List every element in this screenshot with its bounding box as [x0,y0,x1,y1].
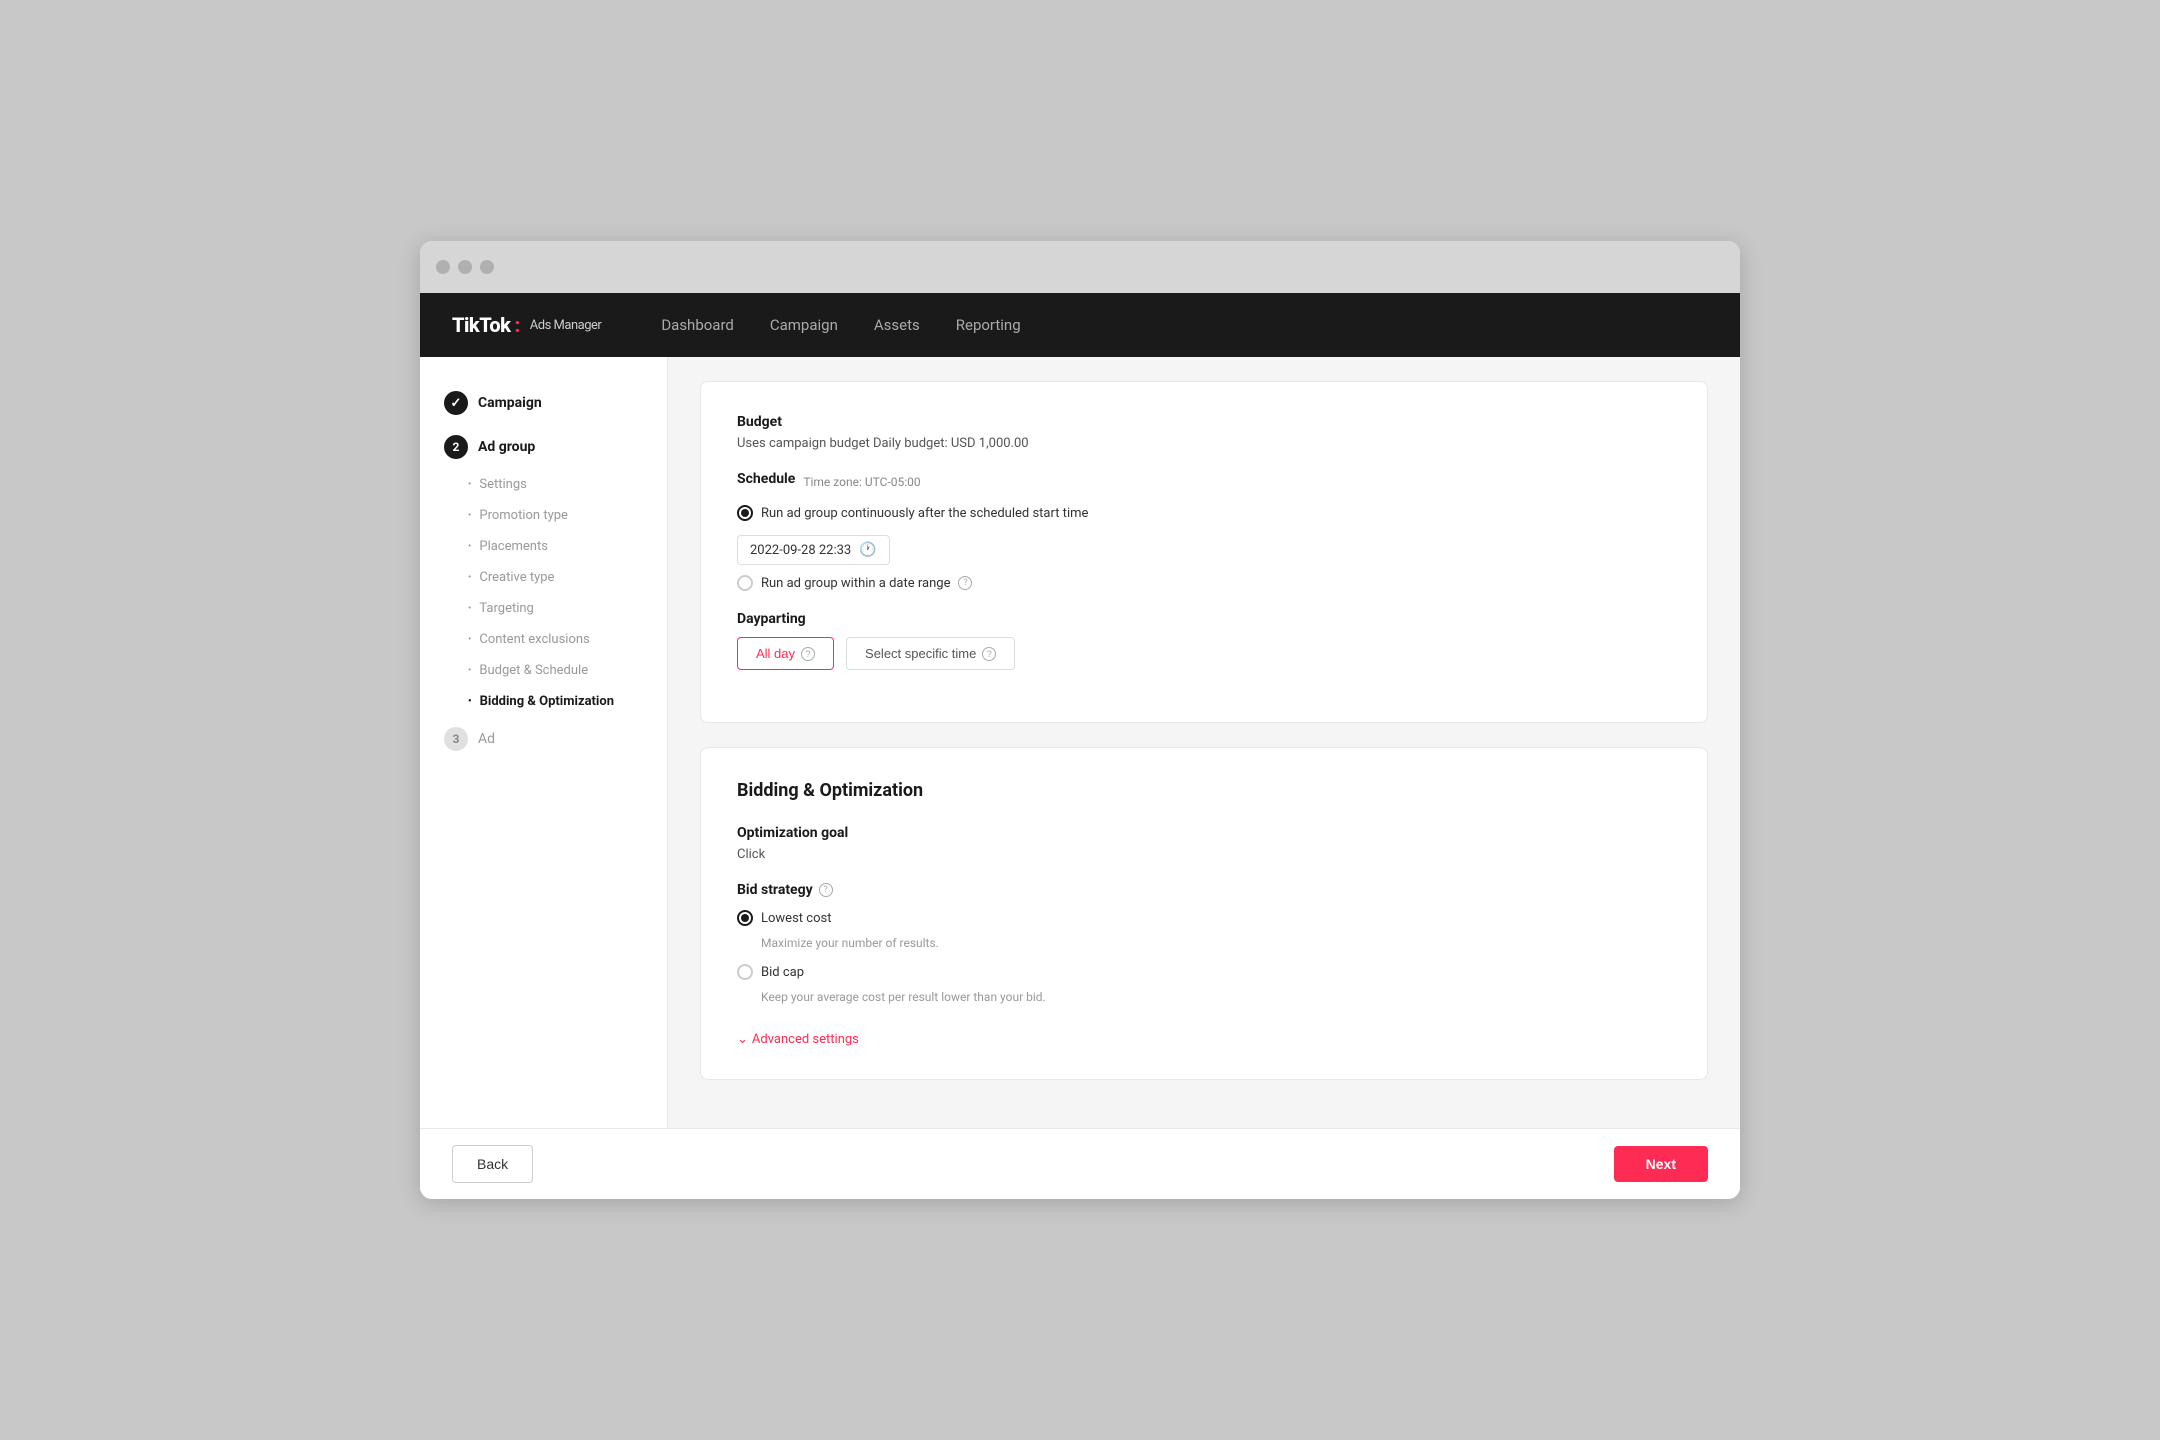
clock-icon: 🕐 [859,542,876,558]
schedule-label-row: Schedule Time zone: UTC-05:00 [737,471,1671,493]
date-value: 2022-09-28 22:33 [750,543,851,558]
browser-window: TikTok: Ads Manager Dashboard Campaign A… [420,241,1740,1199]
step1-label: Campaign [478,395,542,411]
traffic-light-red [436,260,450,274]
app-container: TikTok: Ads Manager Dashboard Campaign A… [420,293,1740,1199]
bid-strategy-title: Bid strategy [737,882,813,898]
bid-cap-block: Bid cap Keep your average cost per resul… [737,964,1671,1004]
next-button[interactable]: Next [1614,1146,1708,1182]
step3-label: Ad [478,731,495,747]
logo-product: Ads Manager [530,318,602,333]
bidding-title: Bidding & Optimization [737,780,1671,801]
daypart-all-day-label: All day [756,646,795,661]
date-input[interactable]: 2022-09-28 22:33 🕐 [737,535,890,565]
bidding-card: Bidding & Optimization Optimization goal… [700,747,1708,1080]
bid-cap-label: Bid cap [761,965,804,980]
nav-dashboard[interactable]: Dashboard [661,316,734,334]
sidebar-sub-promotion[interactable]: Promotion type [420,500,667,531]
logo: TikTok: Ads Manager [452,313,601,337]
advanced-settings-link[interactable]: ⌄ Advanced settings [737,1032,859,1047]
opt-goal-value: Click [737,847,1671,862]
bid-strategy-header: Bid strategy ? [737,882,1671,898]
opt-goal-row: Optimization goal Click [737,825,1671,862]
budget-value: Uses campaign budget Daily budget: USD 1… [737,436,1671,451]
sidebar-sub-targeting[interactable]: Targeting [420,593,667,624]
nav-links: Dashboard Campaign Assets Reporting [661,316,1020,334]
lowest-cost-option[interactable]: Lowest cost [737,910,1671,926]
sidebar-sub-settings[interactable]: Settings [420,469,667,500]
step3-badge-num: 3 [453,732,460,746]
schedule-row: Schedule Time zone: UTC-05:00 Run ad gro… [737,471,1671,591]
schedule-option2-info[interactable]: ? [958,576,972,590]
step1-badge: ✓ [444,391,468,415]
daypart-specific-label: Select specific time [865,646,976,661]
opt-goal-label: Optimization goal [737,825,1671,841]
traffic-light-yellow [458,260,472,274]
daypart-options: All day ? Select specific time ? [737,637,1671,670]
sidebar: ✓ Campaign 2 Ad group Settings Promotion [420,357,668,1128]
schedule-option1[interactable]: Run ad group continuously after the sche… [737,505,1671,521]
traffic-light-green [480,260,494,274]
chevron-down-icon: ⌄ [737,1032,748,1047]
sidebar-step2[interactable]: 2 Ad group [420,425,667,469]
dayparting-label: Dayparting [737,611,1671,627]
step2-badge-num: 2 [453,440,460,454]
sidebar-sub-placements[interactable]: Placements [420,531,667,562]
step2-badge: 2 [444,435,468,459]
radio-lowest-cost[interactable] [737,910,753,926]
lowest-cost-sub: Maximize your number of results. [761,936,1671,950]
daypart-specific-info[interactable]: ? [982,647,996,661]
radio-date-range[interactable] [737,575,753,591]
content-area: Budget Uses campaign budget Daily budget… [668,357,1740,1128]
logo-brand: TikTok [452,313,510,337]
schedule-option1-text: Run ad group continuously after the sche… [761,506,1088,521]
lowest-cost-label: Lowest cost [761,911,831,926]
daypart-specific[interactable]: Select specific time ? [846,637,1015,670]
step2-label: Ad group [478,439,535,455]
sidebar-sub-budget[interactable]: Budget & Schedule [420,655,667,686]
bid-cap-option[interactable]: Bid cap [737,964,1671,980]
daypart-all-day[interactable]: All day ? [737,637,834,670]
schedule-option2-text: Run ad group within a date range [761,576,950,591]
advanced-settings-label: Advanced settings [752,1032,859,1047]
step3-badge: 3 [444,727,468,751]
nav-reporting[interactable]: Reporting [956,316,1021,334]
browser-chrome [420,241,1740,293]
top-nav: TikTok: Ads Manager Dashboard Campaign A… [420,293,1740,357]
radio-bid-cap[interactable] [737,964,753,980]
main-layout: ✓ Campaign 2 Ad group Settings Promotion [420,357,1740,1128]
back-button[interactable]: Back [452,1145,533,1183]
daypart-all-day-info[interactable]: ? [801,647,815,661]
sidebar-step1[interactable]: ✓ Campaign [420,381,667,425]
nav-assets[interactable]: Assets [874,316,920,334]
sidebar-sub-bidding[interactable]: Bidding & Optimization [420,686,667,717]
budget-row: Budget Uses campaign budget Daily budget… [737,414,1671,451]
schedule-label: Schedule [737,471,795,487]
radio-continuous[interactable] [737,505,753,521]
sidebar-sub-creative[interactable]: Creative type [420,562,667,593]
footer-bar: Back Next [420,1128,1740,1199]
nav-campaign[interactable]: Campaign [770,316,838,334]
lowest-cost-block: Lowest cost Maximize your number of resu… [737,910,1671,950]
budget-label: Budget [737,414,1671,430]
dayparting-row: Dayparting All day ? Select specific tim… [737,611,1671,670]
bid-strategy-row: Bid strategy ? Lowest cost Maximize your… [737,882,1671,1004]
timezone-label: Time zone: UTC-05:00 [803,475,920,489]
schedule-option2[interactable]: Run ad group within a date range ? [737,575,1671,591]
logo-colon: : [514,313,519,337]
sidebar-step3[interactable]: 3 Ad [420,717,667,761]
check-icon: ✓ [451,396,462,411]
bid-cap-sub: Keep your average cost per result lower … [761,990,1671,1004]
bid-strategy-info[interactable]: ? [819,883,833,897]
budget-schedule-card: Budget Uses campaign budget Daily budget… [700,381,1708,723]
sidebar-sub-content[interactable]: Content exclusions [420,624,667,655]
